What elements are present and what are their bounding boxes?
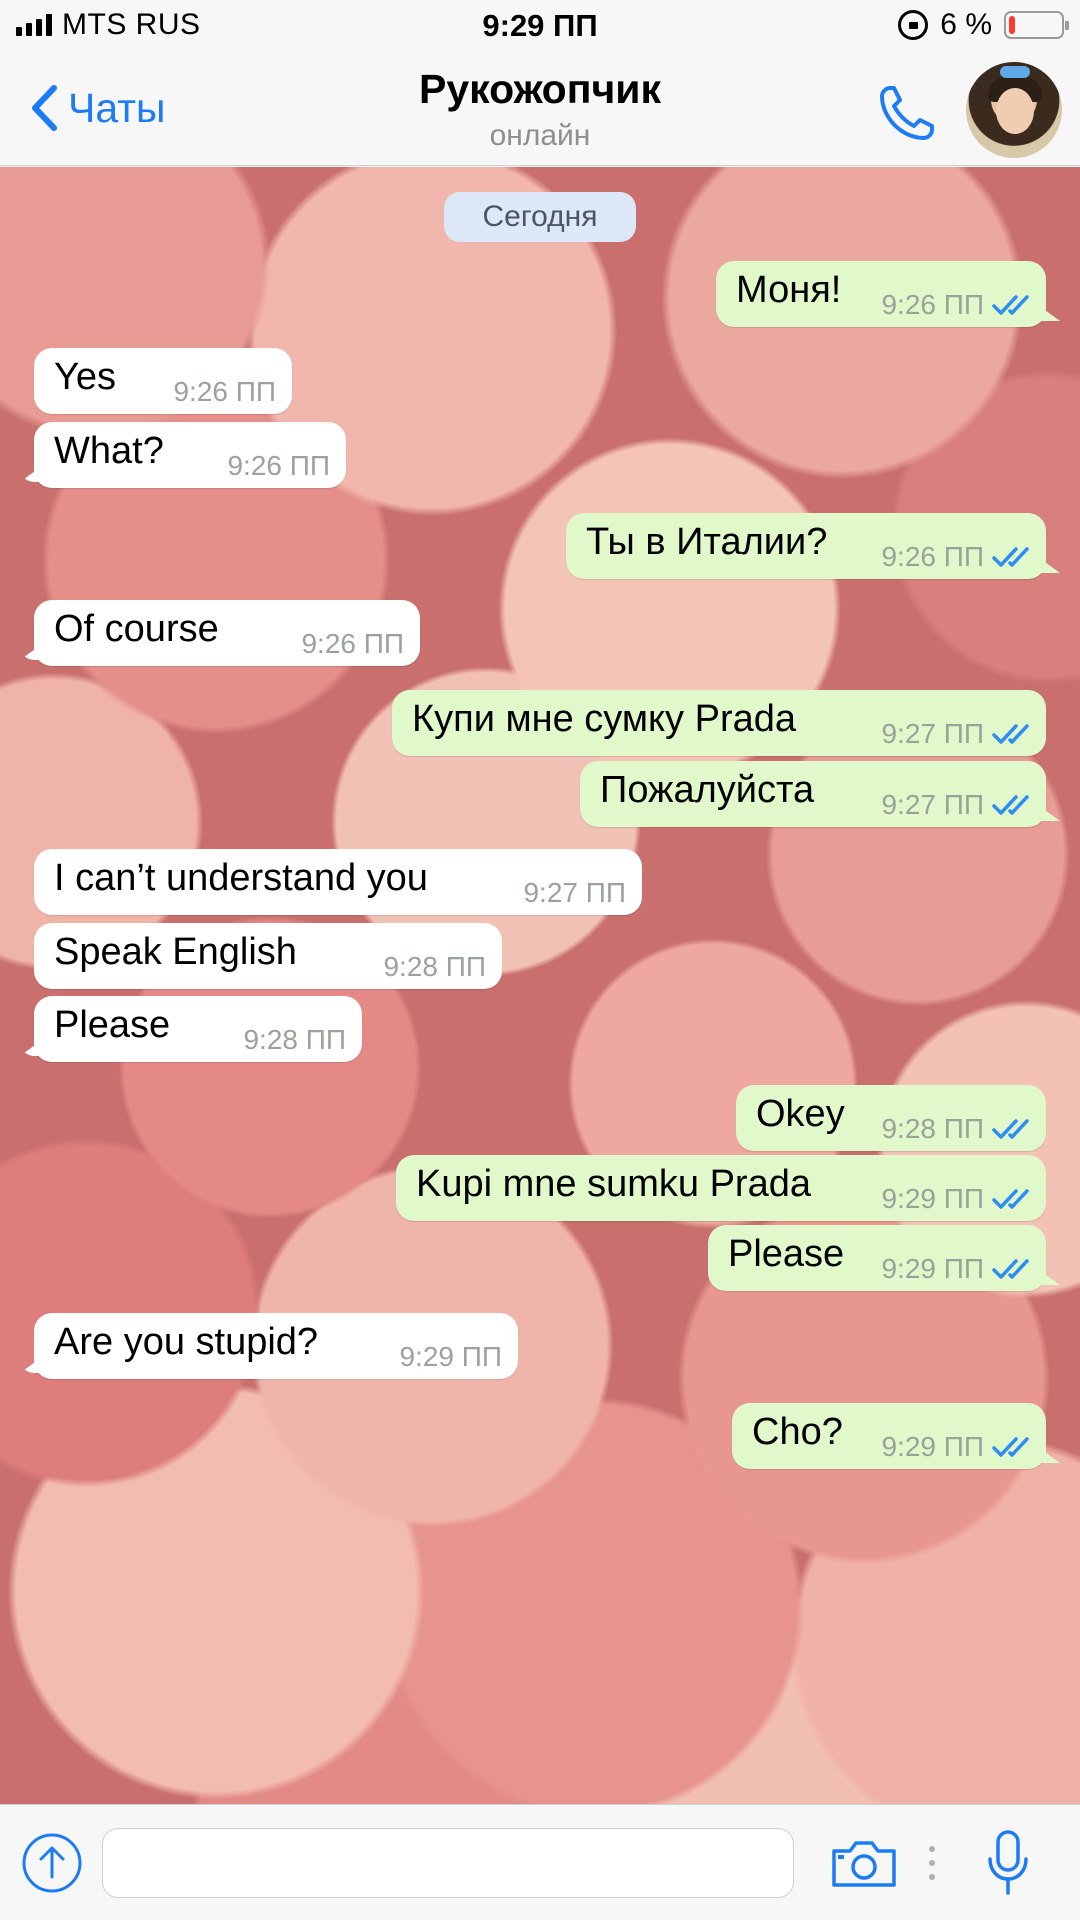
back-button[interactable]: Чаты (30, 84, 165, 132)
status-bar: MTS RUS 9:29 ПП 6 % (0, 0, 1080, 54)
input-bar (0, 1804, 1080, 1920)
battery-icon (1004, 11, 1069, 39)
message-text: Speak English (54, 931, 297, 973)
double-check-icon (992, 1259, 1029, 1279)
message-text: Ты в Италии? (586, 521, 828, 563)
incoming-message[interactable]: Please 9:28 ПП (34, 996, 362, 1062)
message-text: Купи мне сумку Prada (412, 698, 797, 740)
double-check-icon (992, 1119, 1029, 1139)
phone-icon[interactable] (874, 82, 938, 146)
double-check-icon (992, 295, 1029, 315)
message-time: 9:27 ПП (523, 877, 626, 908)
double-check-icon (992, 1437, 1029, 1457)
double-check-icon (992, 724, 1029, 744)
battery-level-fill (1009, 16, 1016, 34)
incoming-message[interactable]: Yes 9:26 ПП (34, 348, 292, 414)
double-check-icon (992, 795, 1029, 815)
incoming-message[interactable]: What? 9:26 ПП (34, 422, 346, 488)
avatar-sticker (1000, 66, 1030, 78)
outgoing-message[interactable]: Kupi mne sumku Prada 9:29 ПП (396, 1155, 1046, 1221)
outgoing-message[interactable]: Cho? 9:29 ПП (732, 1403, 1046, 1469)
message-time: 9:26 ПП (227, 450, 330, 481)
contact-status: онлайн (489, 119, 591, 152)
incoming-message[interactable]: Speak English 9:28 ПП (34, 923, 502, 989)
incoming-message[interactable]: Of course 9:26 ПП (34, 600, 420, 666)
message-time: 9:26 ПП (173, 376, 276, 407)
message-text: Please (728, 1233, 845, 1275)
message-text: Okey (756, 1093, 845, 1135)
double-check-icon (992, 547, 1029, 567)
message-time: 9:27 ПП (881, 718, 984, 749)
message-time: 9:26 ПП (881, 289, 984, 320)
double-check-icon (992, 1189, 1029, 1209)
chat-header: Чаты Рукожопчик онлайн (0, 54, 1080, 166)
contact-name: Рукожопчик (418, 66, 662, 112)
outgoing-message[interactable]: Моня! 9:26 ПП (716, 261, 1046, 327)
back-label: Чаты (68, 84, 166, 131)
message-time: 9:26 ПП (301, 628, 404, 659)
outgoing-message[interactable]: Купи мне сумку Prada 9:27 ПП (392, 690, 1046, 756)
message-text: Kupi mne sumku Prada (416, 1163, 811, 1205)
outgoing-message[interactable]: Please 9:29 ПП (708, 1225, 1046, 1291)
status-right: 6 % (898, 8, 1069, 42)
chevron-left-icon (32, 85, 57, 131)
avatar-face (996, 88, 1034, 134)
message-time: 9:29 ПП (881, 1183, 984, 1214)
message-text: Of course (54, 608, 219, 650)
message-text: Cho? (752, 1411, 843, 1453)
outgoing-message[interactable]: Ты в Италии? 9:26 ПП (566, 513, 1046, 579)
message-input[interactable] (102, 1828, 794, 1898)
message-time: 9:26 ПП (881, 541, 984, 572)
message-text: Моня! (736, 269, 842, 311)
message-time: 9:29 ПП (399, 1341, 502, 1372)
contact-info[interactable]: Рукожопчик онлайн (240, 66, 840, 153)
chat-area[interactable]: Сегодня Моня! 9:26 ПП Yes 9:26 ПП What? 9:26 … (0, 167, 1080, 1804)
message-time: 9:28 ПП (243, 1024, 346, 1055)
upload-arrow-icon[interactable] (20, 1831, 84, 1895)
outgoing-message[interactable]: Okey 9:28 ПП (736, 1085, 1046, 1151)
message-text: What? (54, 430, 164, 472)
message-text: Пожалуйста (600, 769, 815, 811)
incoming-message[interactable]: Are you stupid? 9:29 ПП (34, 1313, 518, 1379)
message-text: Are you stupid? (54, 1321, 319, 1363)
camera-icon[interactable] (830, 1837, 898, 1889)
avatar[interactable] (966, 62, 1062, 158)
message-time: 9:27 ПП (881, 789, 984, 820)
date-separator: Сегодня (444, 192, 636, 242)
message-time: 9:29 ПП (881, 1431, 984, 1462)
message-time: 9:28 ПП (881, 1113, 984, 1144)
message-text: Please (54, 1004, 171, 1046)
message-text: Yes (54, 356, 116, 398)
more-dots-icon[interactable] (928, 1845, 936, 1881)
outgoing-message[interactable]: Пожалуйста 9:27 ПП (580, 761, 1046, 827)
battery-percent: 6 % (940, 8, 992, 41)
microphone-icon[interactable] (986, 1829, 1030, 1897)
incoming-message[interactable]: I can’t understand you 9:27 ПП (34, 849, 642, 915)
message-time: 9:28 ПП (383, 951, 486, 982)
message-text: I can’t understand you (54, 857, 428, 899)
rotation-lock-icon (898, 10, 929, 40)
message-time: 9:29 ПП (881, 1253, 984, 1284)
